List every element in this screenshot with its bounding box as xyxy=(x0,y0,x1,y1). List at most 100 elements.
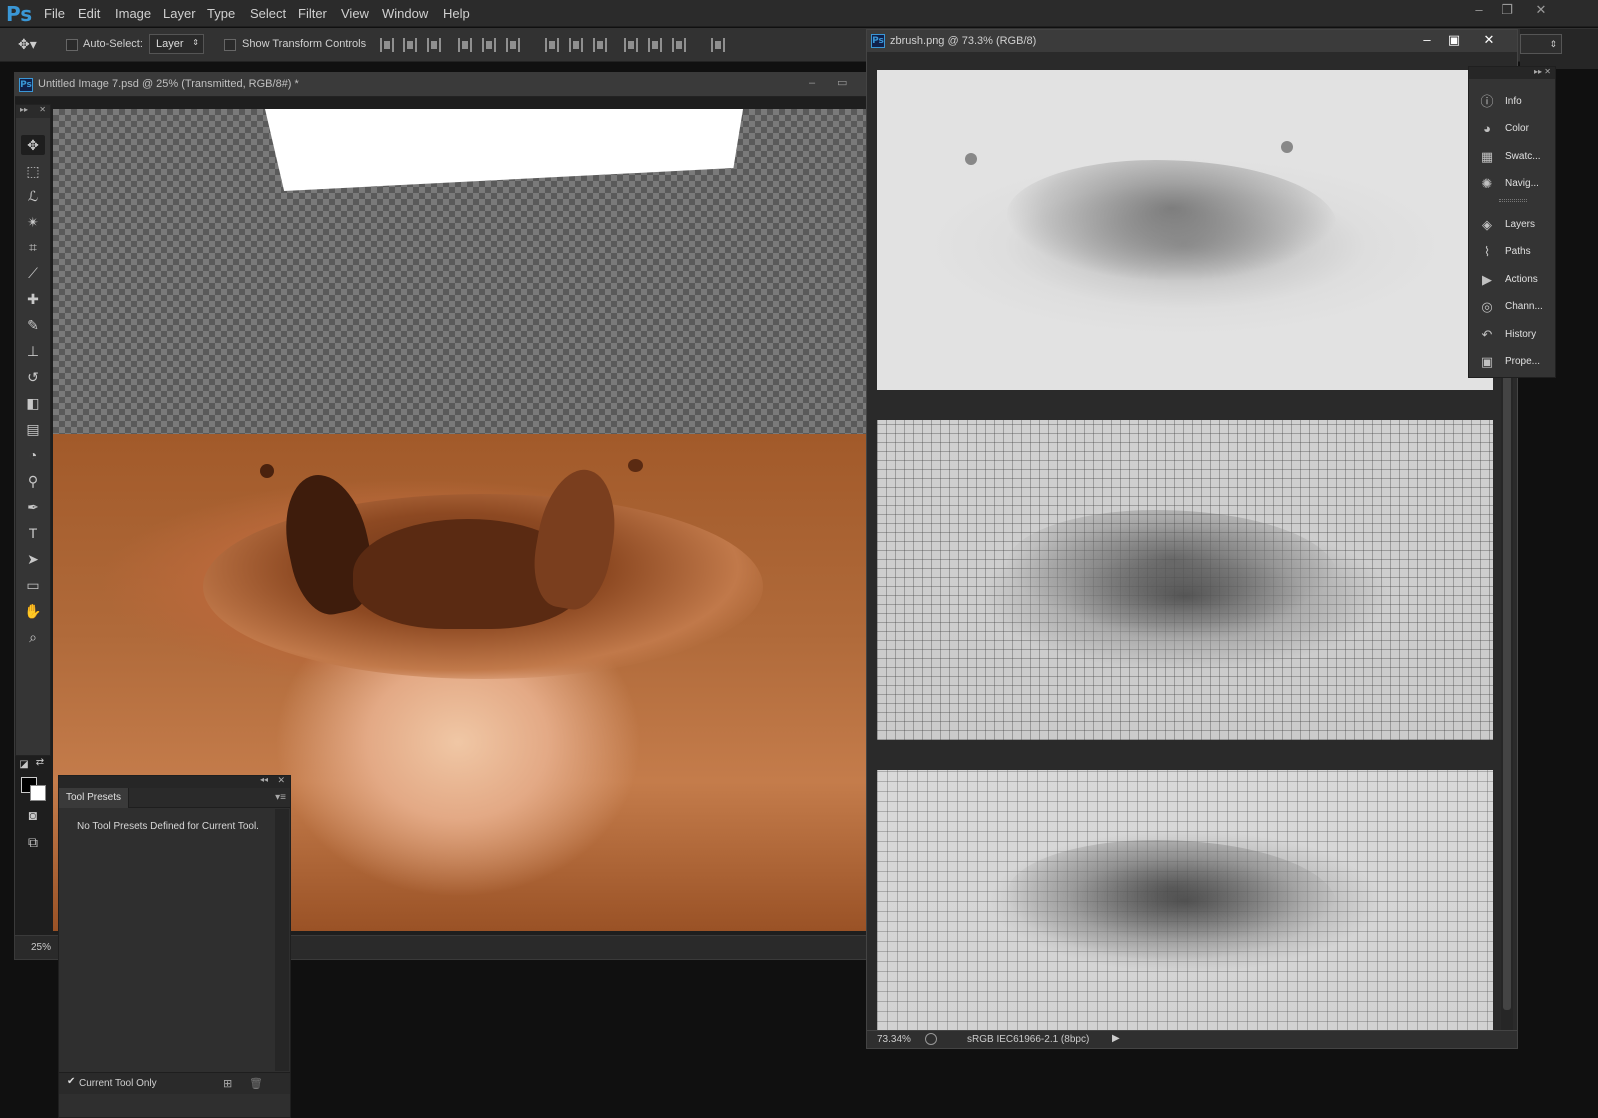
healing-brush-icon[interactable]: ✚ xyxy=(21,289,45,309)
menu-image[interactable]: Image xyxy=(115,6,151,21)
eraser-icon[interactable]: ◧ xyxy=(21,393,45,413)
dock-item-chann[interactable]: ◎ Chann... xyxy=(1469,294,1555,320)
dock-item-color[interactable]: ◕ Color xyxy=(1469,116,1555,142)
dock-item-paths[interactable]: ⌇ Paths xyxy=(1469,239,1555,265)
zoom-level[interactable]: 73.34% xyxy=(877,1034,911,1045)
crop-icon[interactable]: ⌗ xyxy=(21,237,45,257)
menu-edit[interactable]: Edit xyxy=(78,6,100,21)
dock-item-info[interactable]: ⓘ Info xyxy=(1469,89,1555,115)
background-color-swatch[interactable] xyxy=(30,785,46,801)
distribute-top-icon[interactable] xyxy=(545,38,559,52)
menu-type[interactable]: Type xyxy=(207,6,235,21)
zbrush-minimize-button[interactable]: – xyxy=(1413,30,1441,50)
history-brush-icon[interactable]: ↺ xyxy=(21,367,45,387)
menu-file[interactable]: File xyxy=(44,6,65,21)
new-preset-icon[interactable]: ⊞ xyxy=(223,1077,232,1090)
document-tab[interactable]: Ps Untitled Image 7.psd @ 25% (Transmitt… xyxy=(15,73,867,97)
align-left-icon[interactable] xyxy=(458,38,472,52)
dodge-icon[interactable]: ⚲ xyxy=(21,471,45,491)
menu-select[interactable]: Select xyxy=(250,6,286,21)
distribute-bottom-icon[interactable] xyxy=(593,38,607,52)
dock-header[interactable]: ▸▸ ✕ xyxy=(1469,67,1555,79)
dock-item-layers[interactable]: ◈ Layers xyxy=(1469,212,1555,238)
zbrush-close-button[interactable]: ✕ xyxy=(1475,30,1503,50)
swap-colors-icon[interactable]: ⇄ xyxy=(33,753,47,773)
panel-grip[interactable]: ◂◂ ✕ xyxy=(59,775,290,788)
workspace-dropdown[interactable]: ⇕ xyxy=(1520,34,1562,54)
dock-item-history[interactable]: ↶ History xyxy=(1469,322,1555,348)
status-menu-arrow-icon[interactable]: ▶ xyxy=(1112,1033,1120,1044)
quick-mask-icon[interactable]: ◙ xyxy=(21,805,45,825)
eyedropper-icon[interactable]: ⟋ xyxy=(21,263,45,283)
zoom-icon[interactable]: ⌕ xyxy=(21,627,45,647)
pen-icon[interactable]: ✒ xyxy=(21,497,45,517)
screen-mode-icon[interactable]: ⧉ xyxy=(21,832,45,852)
checkmark-icon[interactable]: ✔ xyxy=(67,1076,75,1087)
distribute-left-icon[interactable] xyxy=(624,38,638,52)
dropdown-arrow-icon: ⇕ xyxy=(192,38,199,47)
close-icon[interactable]: ✕ xyxy=(39,105,46,114)
path-selection-icon[interactable]: ➤ xyxy=(21,549,45,569)
move-tool-preset-icon[interactable]: ✥▾ xyxy=(18,36,37,53)
zbrush-canvas[interactable] xyxy=(877,70,1493,1031)
dropdown-arrow-icon: ⇕ xyxy=(1549,39,1557,49)
auto-align-icon[interactable] xyxy=(711,38,725,52)
auto-select-checkbox[interactable] xyxy=(66,39,78,51)
auto-select-dropdown[interactable]: Layer ⇕ xyxy=(149,34,204,54)
distribute-vcenter-icon[interactable] xyxy=(569,38,583,52)
actions-icon: ▶ xyxy=(1482,272,1492,287)
dock-item-navig[interactable]: ✺ Navig... xyxy=(1469,171,1555,197)
dock-item-prope[interactable]: ▣ Prope... xyxy=(1469,349,1555,375)
collapse-icon[interactable]: ◂◂ xyxy=(260,775,268,784)
navigator-icon: ✺ xyxy=(1481,176,1493,191)
close-icon[interactable]: ✕ xyxy=(277,775,285,786)
hand-icon[interactable]: ✋ xyxy=(21,601,45,621)
align-right-icon[interactable] xyxy=(506,38,520,52)
menu-layer[interactable]: Layer xyxy=(163,6,196,21)
doc-minimize-button[interactable]: – xyxy=(809,77,815,89)
dock-item-label: Info xyxy=(1505,96,1522,107)
move-icon[interactable]: ✥ xyxy=(21,135,45,155)
ps-doc-icon: Ps xyxy=(19,78,33,92)
document-info-icon[interactable] xyxy=(925,1033,937,1045)
blur-icon[interactable]: ◔ xyxy=(21,445,45,465)
distribute-right-icon[interactable] xyxy=(672,38,686,52)
gradient-icon[interactable]: ▤ xyxy=(21,419,45,439)
brush-icon[interactable]: ✎ xyxy=(21,315,45,335)
rectangle-icon[interactable]: ▭ xyxy=(21,575,45,595)
show-transform-checkbox[interactable] xyxy=(224,39,236,51)
menu-help[interactable]: Help xyxy=(443,6,470,21)
clone-stamp-icon[interactable]: ⊥ xyxy=(21,341,45,361)
zbrush-title-bar[interactable]: Ps zbrush.png @ 73.3% (RGB/8) – ▣ ✕ xyxy=(867,30,1517,52)
zoom-level[interactable]: 25% xyxy=(31,942,51,953)
align-vcenter-icon[interactable] xyxy=(403,38,417,52)
app-close-button[interactable]: ✕ xyxy=(1526,0,1556,20)
menu-filter[interactable]: Filter xyxy=(298,6,327,21)
default-colors-icon[interactable]: ◪ xyxy=(17,755,31,775)
dock-item-swatc[interactable]: ▦ Swatc... xyxy=(1469,144,1555,170)
trash-icon[interactable]: 🗑 xyxy=(249,1077,263,1090)
align-bottom-icon[interactable] xyxy=(427,38,441,52)
magic-wand-icon[interactable]: ✴ xyxy=(21,212,45,232)
tools-panel-header[interactable]: ▸▸ ✕ xyxy=(16,105,50,118)
type-icon[interactable]: T xyxy=(21,523,45,543)
document-window-zbrush: Ps zbrush.png @ 73.3% (RGB/8) – ▣ ✕ 73.3… xyxy=(866,29,1518,1049)
align-hcenter-icon[interactable] xyxy=(482,38,496,52)
distribute-hcenter-icon[interactable] xyxy=(648,38,662,52)
tab-tool-presets[interactable]: Tool Presets xyxy=(59,788,130,808)
zbrush-maximize-button[interactable]: ▣ xyxy=(1440,30,1468,50)
color-icon: ◕ xyxy=(1483,121,1491,136)
panel-menu-icon[interactable]: ▾≡ xyxy=(275,792,286,803)
app-restore-button[interactable]: ❐ xyxy=(1492,0,1522,20)
dock-item-label: Actions xyxy=(1505,274,1538,285)
dock-item-actions[interactable]: ▶ Actions xyxy=(1469,267,1555,293)
marquee-icon[interactable]: ⬚ xyxy=(21,161,45,181)
app-minimize-button[interactable]: – xyxy=(1464,0,1494,20)
menu-view[interactable]: View xyxy=(341,6,369,21)
doc-maximize-button[interactable]: ▭ xyxy=(837,76,847,89)
presets-scrollbar[interactable] xyxy=(275,809,289,1071)
panel-dock: ▸▸ ✕ ⓘ Info ◕ Color ▦ Swatc... ✺ Navig... ◈ Layer… xyxy=(1468,66,1556,378)
lasso-icon[interactable]: ℒ xyxy=(21,186,45,206)
align-top-icon[interactable] xyxy=(380,38,394,52)
menu-window[interactable]: Window xyxy=(382,6,428,21)
